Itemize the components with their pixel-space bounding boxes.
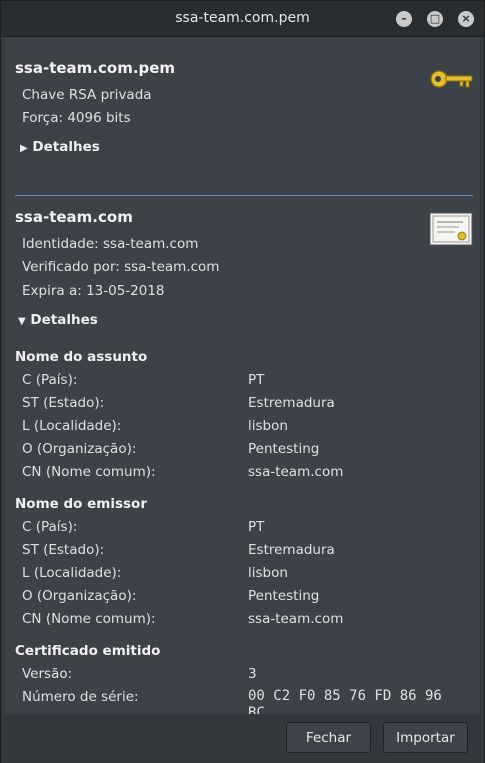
issuer-label: C (País): <box>22 519 78 535</box>
close-button[interactable]: Fechar <box>286 722 371 753</box>
subject-label: C (País): <box>22 372 78 388</box>
issuer-value: PT <box>248 519 265 535</box>
subject-value: Pentesting <box>248 441 320 457</box>
issuer-value: ssa-team.com <box>248 611 344 627</box>
maximize-icon[interactable]: □ <box>427 11 443 27</box>
title-bar: ssa-team.com.pem – □ × <box>1 1 484 37</box>
issuer-value: lisbon <box>248 565 288 581</box>
subject-section-title: Nome do assunto <box>15 349 148 365</box>
issuer-value: Pentesting <box>248 588 320 604</box>
expander-collapsed-icon: ▶ <box>20 143 28 154</box>
issuer-value: Estremadura <box>248 542 335 558</box>
button-bar: Fechar Importar <box>1 715 484 763</box>
key-strength: Força: 4096 bits <box>22 110 131 126</box>
cert-expires: Expira a: 13-05-2018 <box>22 283 165 299</box>
section-divider <box>15 195 473 196</box>
serial-number-label: Número de série: <box>22 689 139 705</box>
subject-label: CN (Nome comum): <box>22 464 156 480</box>
subject-label: O (Organização): <box>22 441 137 457</box>
cert-identity: Identidade: ssa-team.com <box>22 236 199 252</box>
serial-number-value: 00 C2 F0 85 76 FD 86 96 <box>248 688 442 704</box>
issuer-label: ST (Estado): <box>22 542 105 558</box>
certificate-icon <box>429 212 473 246</box>
subject-value: Estremadura <box>248 395 335 411</box>
subject-label: ST (Estado): <box>22 395 105 411</box>
cert-name: ssa-team.com <box>15 208 133 226</box>
cert-verified-by: Verificado por: ssa-team.com <box>22 259 220 275</box>
issuer-label: O (Organização): <box>22 588 137 604</box>
subject-value: lisbon <box>248 418 288 434</box>
subject-label: L (Localidade): <box>22 418 122 434</box>
key-type: Chave RSA privada <box>22 87 152 103</box>
key-details-expander[interactable]: ▶ Detalhes <box>20 139 100 155</box>
version-value: 3 <box>248 666 257 682</box>
minimize-icon[interactable]: – <box>396 11 412 27</box>
cert-details-label: Detalhes <box>30 312 98 328</box>
issued-section-title: Certificado emitido <box>15 643 161 659</box>
serial-number-value-continued: BC <box>248 705 265 714</box>
key-icon <box>430 67 474 91</box>
key-details-label: Detalhes <box>32 139 100 155</box>
close-icon[interactable]: × <box>458 11 474 27</box>
version-label: Versão: <box>22 666 73 682</box>
issuer-section-title: Nome do emissor <box>15 496 147 512</box>
import-button[interactable]: Importar <box>383 722 468 753</box>
cert-details-expander[interactable]: ▼ Detalhes <box>18 312 98 328</box>
issuer-label: CN (Nome comum): <box>22 611 156 627</box>
subject-value: PT <box>248 372 265 388</box>
certificate-viewer-window: ssa-team.com.pem – □ × ssa-team.com.pem … <box>0 0 485 763</box>
key-file-name: ssa-team.com.pem <box>15 59 176 77</box>
subject-value: ssa-team.com <box>248 464 344 480</box>
expander-expanded-icon: ▼ <box>18 316 26 327</box>
details-scroll-area[interactable]: ssa-team.com.pem Chave RSA privada Força… <box>5 37 480 714</box>
issuer-label: L (Localidade): <box>22 565 122 581</box>
